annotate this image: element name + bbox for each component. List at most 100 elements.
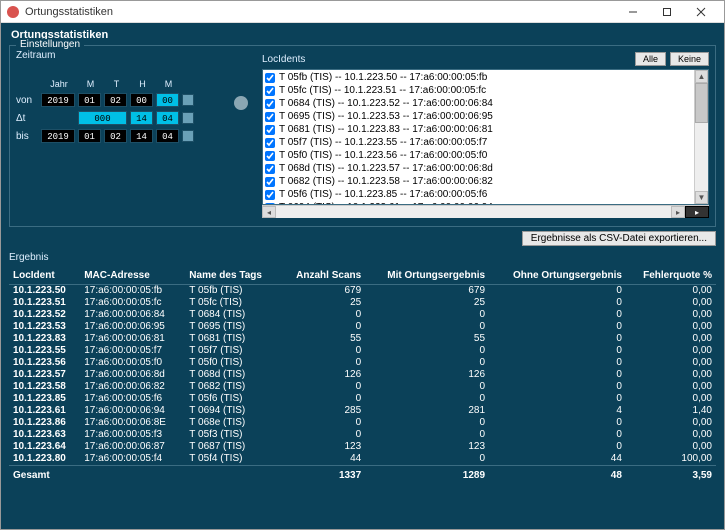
list-item[interactable]: T 05f7 (TIS) -- 10.1.223.55 -- 17:a6:00:…	[265, 136, 692, 149]
table-row: 10.1.223.8617:a6:00:00:06:8ET 068e (TIS)…	[9, 417, 716, 429]
link-icon[interactable]	[182, 130, 194, 142]
cell-without: 0	[489, 369, 626, 381]
locidents-listbox[interactable]: T 05fb (TIS) -- 10.1.223.50 -- 17:a6:00:…	[262, 69, 709, 205]
list-item[interactable]: T 05fc (TIS) -- 10.1.223.51 -- 17:a6:00:…	[265, 84, 692, 97]
table-total-row: Gesamt13371289483,59	[9, 466, 716, 483]
cell-mac: 17:a6:00:00:06:8E	[80, 417, 185, 429]
cell-with: 0	[365, 309, 489, 321]
select-all-button[interactable]: Alle	[635, 52, 666, 66]
list-item-checkbox[interactable]	[265, 177, 275, 187]
list-item-checkbox[interactable]	[265, 86, 275, 96]
table-row: 10.1.223.5817:a6:00:00:06:82T 0682 (TIS)…	[9, 381, 716, 393]
list-item[interactable]: T 0684 (TIS) -- 10.1.223.52 -- 17:a6:00:…	[265, 97, 692, 110]
cell-without: 0	[489, 381, 626, 393]
result-table: LocIdent MAC-Adresse Name des Tags Anzah…	[9, 267, 716, 482]
scroll-up-icon[interactable]: ▲	[695, 70, 708, 83]
cell-scans: 285	[280, 405, 366, 417]
cell-err: 0,00	[626, 393, 716, 405]
von-month[interactable]: 01	[78, 93, 101, 107]
cell-without: 0	[489, 417, 626, 429]
cell-locident: 10.1.223.51	[9, 297, 80, 309]
client-area: Ortungsstatistiken Einstellungen Zeitrau…	[1, 23, 724, 529]
link-icon[interactable]	[182, 112, 194, 124]
cell-locident: 10.1.223.52	[9, 309, 80, 321]
close-button[interactable]	[684, 2, 718, 22]
cell-total-scans: 1337	[280, 466, 366, 483]
cell-err: 100,00	[626, 453, 716, 466]
scroll-thumb[interactable]	[695, 83, 708, 123]
von-day[interactable]: 02	[104, 93, 127, 107]
period-panel: Zeitraum Jahr M T H M von	[16, 50, 256, 143]
cell-locident: 10.1.223.56	[9, 357, 80, 369]
list-item-checkbox[interactable]	[265, 203, 275, 205]
list-item-checkbox[interactable]	[265, 112, 275, 122]
list-item[interactable]: T 068d (TIS) -- 10.1.223.57 -- 17:a6:00:…	[265, 162, 692, 175]
horizontal-scrollbar[interactable]: ◂ ▸ ▸	[262, 205, 709, 218]
settings-legend: Einstellungen	[16, 39, 84, 50]
bis-day[interactable]: 02	[104, 129, 127, 143]
bis-hour[interactable]: 14	[130, 129, 153, 143]
von-year[interactable]: 2019	[41, 93, 75, 107]
vertical-scrollbar[interactable]: ▲ ▼	[694, 70, 708, 204]
dt-days[interactable]: 000	[78, 111, 127, 125]
list-item-checkbox[interactable]	[265, 125, 275, 135]
list-item[interactable]: T 0695 (TIS) -- 10.1.223.53 -- 17:a6:00:…	[265, 110, 692, 123]
cell-without: 0	[489, 429, 626, 441]
cell-scans: 0	[280, 381, 366, 393]
list-item[interactable]: T 0682 (TIS) -- 10.1.223.58 -- 17:a6:00:…	[265, 175, 692, 188]
table-row: 10.1.223.6117:a6:00:00:06:94T 0694 (TIS)…	[9, 405, 716, 417]
list-item[interactable]: T 0681 (TIS) -- 10.1.223.83 -- 17:a6:00:…	[265, 123, 692, 136]
cell-mac: 17:a6:00:00:06:81	[80, 333, 185, 345]
list-item-checkbox[interactable]	[265, 164, 275, 174]
list-item-label: T 0694 (TIS) -- 10.1.223.61 -- 17:a6:00:…	[279, 202, 493, 204]
cell-name: T 05f6 (TIS)	[185, 393, 279, 405]
cell-name: T 05f7 (TIS)	[185, 345, 279, 357]
select-none-button[interactable]: Keine	[670, 52, 709, 66]
cell-name: T 0682 (TIS)	[185, 381, 279, 393]
scroll-down-icon[interactable]: ▼	[695, 191, 708, 204]
run-button[interactable]: ▸	[685, 206, 709, 218]
cell-err: 1,40	[626, 405, 716, 417]
cell-with: 0	[365, 429, 489, 441]
minimize-button[interactable]	[616, 2, 650, 22]
export-csv-button[interactable]: Ergebnisse als CSV-Datei exportieren...	[522, 231, 716, 246]
cell-locident: 10.1.223.83	[9, 333, 80, 345]
von-hour[interactable]: 00	[130, 93, 153, 107]
bis-month[interactable]: 01	[78, 129, 101, 143]
table-row: 10.1.223.6317:a6:00:00:05:f3T 05f3 (TIS)…	[9, 429, 716, 441]
cell-mac: 17:a6:00:00:06:94	[80, 405, 185, 417]
cell-locident: 10.1.223.50	[9, 285, 80, 298]
list-item-label: T 068d (TIS) -- 10.1.223.57 -- 17:a6:00:…	[279, 163, 493, 174]
list-item[interactable]: T 05f6 (TIS) -- 10.1.223.85 -- 17:a6:00:…	[265, 188, 692, 201]
bis-minute[interactable]: 04	[156, 129, 179, 143]
result-section: Ergebnis LocIdent MAC-Adresse Name des T…	[9, 252, 716, 482]
link-icon[interactable]	[182, 94, 194, 106]
list-item-checkbox[interactable]	[265, 151, 275, 161]
dt-minutes[interactable]: 04	[156, 111, 179, 125]
list-item-checkbox[interactable]	[265, 190, 275, 200]
cell-scans: 0	[280, 345, 366, 357]
cell-mac: 17:a6:00:00:05:f4	[80, 453, 185, 466]
maximize-button[interactable]	[650, 2, 684, 22]
list-item-label: T 0681 (TIS) -- 10.1.223.83 -- 17:a6:00:…	[279, 124, 493, 135]
cell-err: 0,00	[626, 321, 716, 333]
scroll-left-icon[interactable]: ◂	[262, 206, 276, 218]
list-item[interactable]: T 0694 (TIS) -- 10.1.223.61 -- 17:a6:00:…	[265, 201, 692, 204]
cell-locident: 10.1.223.58	[9, 381, 80, 393]
scroll-right-icon[interactable]: ▸	[671, 206, 685, 218]
cell-with: 281	[365, 405, 489, 417]
von-minute[interactable]: 00	[156, 93, 179, 107]
cell-locident: 10.1.223.55	[9, 345, 80, 357]
list-item[interactable]: T 05f0 (TIS) -- 10.1.223.56 -- 17:a6:00:…	[265, 149, 692, 162]
cell-with: 0	[365, 345, 489, 357]
list-item-checkbox[interactable]	[265, 73, 275, 83]
table-row: 10.1.223.6417:a6:00:00:06:87T 0687 (TIS)…	[9, 441, 716, 453]
list-item[interactable]: T 05fb (TIS) -- 10.1.223.50 -- 17:a6:00:…	[265, 71, 692, 84]
col-mac: MAC-Adresse	[80, 267, 185, 285]
list-item-checkbox[interactable]	[265, 138, 275, 148]
cell-with: 55	[365, 333, 489, 345]
list-item-checkbox[interactable]	[265, 99, 275, 109]
dt-hours[interactable]: 14	[130, 111, 153, 125]
bis-year[interactable]: 2019	[41, 129, 75, 143]
cell-without: 0	[489, 333, 626, 345]
